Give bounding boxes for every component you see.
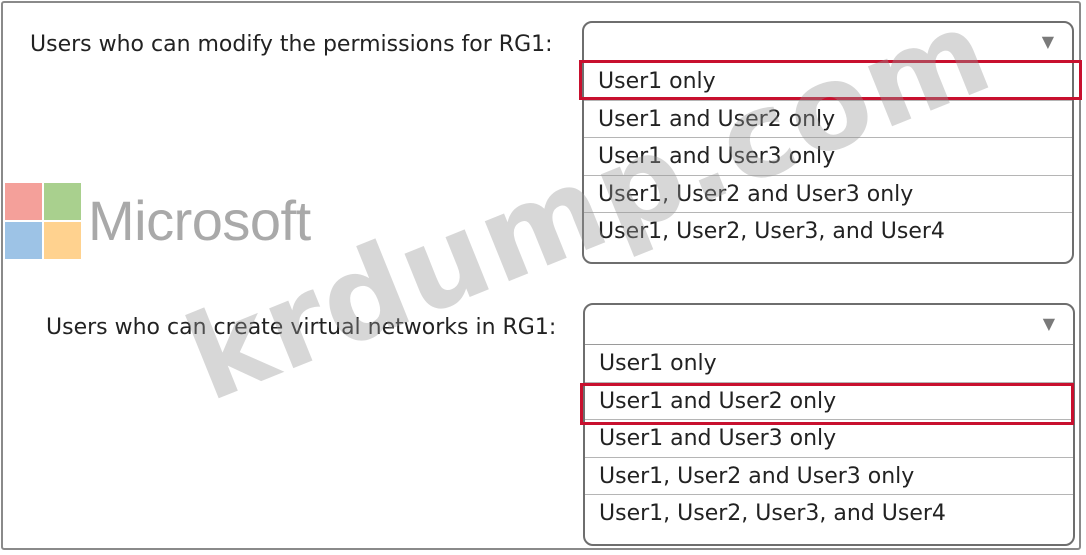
logo-square-yellow — [44, 222, 81, 259]
logo-square-green — [44, 183, 81, 220]
question-1-option-4[interactable]: User1, User2 and User3 only — [584, 176, 1072, 213]
question-2-select[interactable]: ▼ — [585, 305, 1073, 345]
question-1-option-2[interactable]: User1 and User2 only — [584, 101, 1072, 138]
question-2-option-3[interactable]: User1 and User3 only — [585, 420, 1073, 458]
question-2-label: Users who can create virtual networks in… — [46, 315, 557, 340]
chevron-down-icon[interactable]: ▼ — [1042, 32, 1054, 51]
question-1-label: Users who can modify the permissions for… — [30, 32, 553, 57]
question-2-option-2[interactable]: User1 and User2 only — [585, 383, 1073, 420]
question-2-option-5[interactable]: User1, User2, User3, and User4 — [585, 495, 1073, 533]
question-1-dropdown[interactable]: ▼ User1 only User1 and User2 only User1 … — [582, 21, 1074, 264]
question-2-option-1[interactable]: User1 only — [585, 345, 1073, 383]
microsoft-watermark-text: Microsoft — [88, 189, 311, 252]
question-1-option-1[interactable]: User1 only — [584, 63, 1072, 101]
question-2-dropdown[interactable]: ▼ User1 only User1 and User2 only User1 … — [583, 303, 1075, 546]
question-1-option-3[interactable]: User1 and User3 only — [584, 138, 1072, 176]
question-1-option-5[interactable]: User1, User2, User3, and User4 — [584, 213, 1072, 251]
question-1-select[interactable]: ▼ — [584, 23, 1072, 63]
chevron-down-icon[interactable]: ▼ — [1043, 314, 1055, 333]
logo-square-red — [5, 183, 42, 220]
question-2-option-4[interactable]: User1, User2 and User3 only — [585, 458, 1073, 495]
logo-square-blue — [5, 222, 42, 259]
